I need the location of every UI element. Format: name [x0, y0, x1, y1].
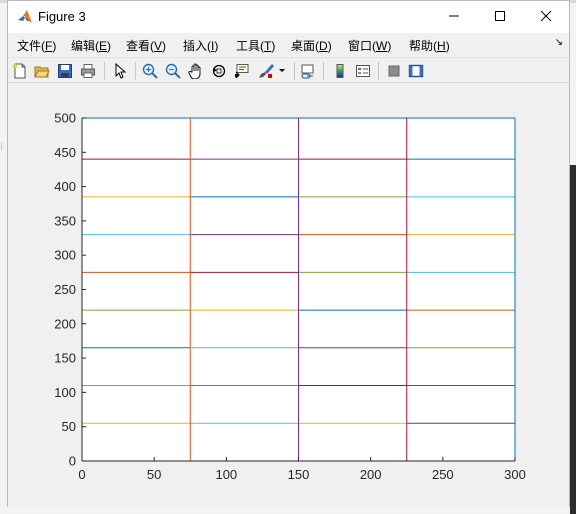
dock-arrow-icon[interactable]: ↘: [555, 37, 563, 48]
y-tick-label: 250: [54, 282, 76, 297]
y-tick-label: 500: [54, 111, 76, 126]
insert-colorbar-icon: [336, 64, 344, 78]
figure-toolbar: [8, 57, 569, 83]
figure-window: Figure 3 文件(F) 编辑(E) 查看(V) 插入(I) 工具(T) 桌…: [7, 0, 570, 507]
open-file-button[interactable]: [32, 61, 52, 81]
show-plot-tools-button[interactable]: [406, 61, 426, 81]
menu-window[interactable]: 窗口(W): [348, 37, 391, 54]
toolbar-separator: [323, 62, 324, 80]
background-glyph: ⁞: [0, 142, 4, 153]
y-tick-label: 50: [62, 419, 76, 434]
menu-desktop[interactable]: 桌面(D): [291, 37, 332, 54]
close-button[interactable]: [523, 1, 569, 31]
x-tick-label: 100: [215, 467, 237, 482]
y-tick-label: 0: [69, 454, 76, 469]
zoom-out-button[interactable]: [163, 61, 183, 81]
insert-legend-icon: [356, 65, 370, 77]
matlab-logo-icon: [18, 10, 32, 23]
link-plot-button[interactable]: [298, 61, 318, 81]
toolbar-separator: [294, 62, 295, 80]
plot-axes[interactable]: 0 50 100 150 200 250 300 0 50 100 150 200 250 300 350 4…: [8, 83, 569, 507]
data-cursor-button[interactable]: [232, 61, 252, 81]
toolbar-separator: [104, 62, 105, 80]
pan-button[interactable]: [186, 61, 206, 81]
new-figure-button[interactable]: [10, 61, 30, 81]
maximize-button[interactable]: [477, 1, 523, 31]
menu-bar: 文件(F) 编辑(E) 查看(V) 插入(I) 工具(T) 桌面(D) 窗口(W…: [8, 33, 569, 57]
x-tick-label: 300: [504, 467, 526, 482]
y-tick-label: 100: [54, 385, 76, 400]
new-figure-icon: [12, 63, 26, 79]
hide-plot-tools-button[interactable]: [384, 61, 404, 81]
link-plot-icon: [301, 64, 314, 79]
x-tick-label: 0: [78, 467, 85, 482]
pan-hand-icon: [188, 63, 201, 79]
y-tick-label: 300: [54, 248, 76, 263]
y-tick-label: 400: [54, 179, 76, 194]
y-tick-label: 200: [54, 316, 76, 331]
close-icon: [540, 10, 552, 22]
rotate-3d-icon: [212, 64, 226, 78]
insert-legend-button[interactable]: [353, 61, 373, 81]
menu-edit[interactable]: 编辑(E): [71, 37, 111, 54]
x-tick-label: 200: [360, 467, 382, 482]
title-bar[interactable]: Figure 3: [8, 1, 569, 33]
x-tick-label: 50: [147, 467, 161, 482]
brush-icon: [259, 64, 274, 78]
window-title: Figure 3: [38, 9, 86, 24]
x-tick-label: 250: [432, 467, 454, 482]
select-arrow-icon: [115, 63, 127, 79]
toolbar-separator: [135, 62, 136, 80]
menu-insert[interactable]: 插入(I): [183, 37, 218, 54]
y-tick-label: 450: [54, 145, 76, 160]
menu-view[interactable]: 查看(V): [126, 37, 166, 54]
x-tick-label: 150: [288, 467, 310, 482]
menu-tools[interactable]: 工具(T): [236, 37, 275, 54]
show-plot-tools-icon: [408, 64, 424, 78]
y-tick-label: 350: [54, 213, 76, 228]
figure-canvas[interactable]: 0 50 100 150 200 250 300 0 50 100 150 200 250 300 350 4…: [8, 83, 569, 507]
print-icon: [81, 64, 95, 78]
save-button[interactable]: [55, 61, 75, 81]
minimize-icon: [449, 15, 459, 17]
brush-button[interactable]: [256, 61, 276, 81]
rotate-3d-button[interactable]: [209, 61, 229, 81]
menu-file[interactable]: 文件(F): [17, 37, 56, 54]
y-tick-label: 150: [54, 351, 76, 366]
save-icon: [58, 64, 72, 78]
hide-plot-tools-icon: [388, 65, 400, 77]
toolbar-separator: [378, 62, 379, 80]
zoom-in-button[interactable]: [140, 61, 160, 81]
minimize-button[interactable]: [431, 1, 477, 31]
zoom-in-icon: [142, 63, 158, 79]
zoom-out-icon: [165, 63, 181, 79]
background-editor-panel: [570, 165, 576, 514]
chevron-down-icon: [279, 69, 285, 72]
open-file-icon: [34, 66, 50, 78]
maximize-icon: [495, 11, 505, 21]
print-button[interactable]: [78, 61, 98, 81]
select-button[interactable]: [110, 61, 130, 81]
brush-dropdown-button[interactable]: [277, 61, 287, 81]
insert-colorbar-button[interactable]: [330, 61, 350, 81]
menu-help[interactable]: 帮助(H): [409, 37, 450, 54]
data-cursor-icon: [235, 64, 249, 79]
